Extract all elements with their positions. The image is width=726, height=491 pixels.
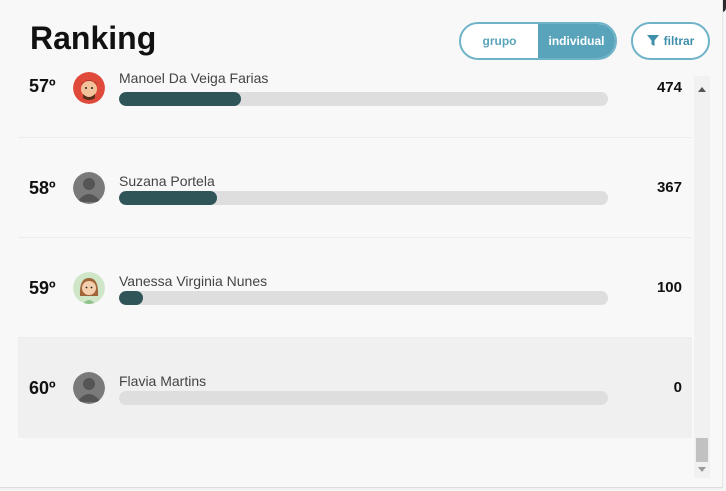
user-name: Suzana Portela [119, 173, 215, 189]
cartoon-woman-avatar [73, 272, 105, 304]
ranking-mode-toggle[interactable]: grupo individual [459, 22, 617, 60]
user-name: Flavia Martins [119, 373, 207, 389]
page-title: Ranking [30, 20, 157, 56]
progress-fill [119, 291, 144, 305]
default-user-avatar [73, 372, 105, 404]
scroll-up-arrow-icon[interactable] [698, 87, 706, 92]
funnel-icon [646, 35, 659, 46]
ranking-row[interactable]: 58º Suzana Portela 367 [18, 138, 692, 238]
score-progress-bar [119, 92, 608, 106]
score-progress-bar [119, 391, 608, 405]
user-score: 474 [656, 79, 682, 96]
user-score: 367 [656, 179, 682, 196]
ranking-card: Ranking grupo individual filtrar 57º Man… [0, 0, 723, 488]
toggle-individual[interactable]: individual [538, 24, 615, 58]
scroll-down-arrow-icon[interactable] [698, 467, 706, 472]
ranking-row[interactable]: 60º Flavia Martins 0 [18, 338, 692, 438]
ranking-list[interactable]: 57º Manoel Da Veiga Farias 474 58º Suzan… [18, 66, 692, 471]
default-user-avatar [73, 172, 105, 204]
toggle-grupo[interactable]: grupo [461, 24, 538, 58]
ranking-row[interactable]: 57º Manoel Da Veiga Farias 474 [18, 66, 692, 138]
list-scrollbar[interactable] [694, 76, 710, 478]
rank-position: 59º [29, 278, 56, 298]
user-score: 100 [656, 279, 682, 296]
user-name: Manoel Da Veiga Farias [119, 70, 269, 86]
score-progress-bar [119, 191, 608, 205]
rank-position: 57º [29, 76, 56, 96]
filter-button[interactable]: filtrar [631, 22, 710, 60]
progress-fill [119, 92, 242, 106]
ranking-row[interactable]: 59º Vanessa Virginia Nunes 100 [18, 238, 692, 338]
scrollbar-thumb[interactable] [696, 438, 708, 462]
user-name: Vanessa Virginia Nunes [119, 273, 268, 289]
rank-position: 58º [29, 178, 56, 198]
rank-position: 60º [29, 378, 56, 398]
user-score: 0 [673, 379, 682, 396]
filter-button-label: filtrar [663, 34, 695, 48]
cartoon-man-avatar [73, 72, 105, 104]
progress-fill [119, 191, 217, 205]
score-progress-bar [119, 291, 608, 305]
